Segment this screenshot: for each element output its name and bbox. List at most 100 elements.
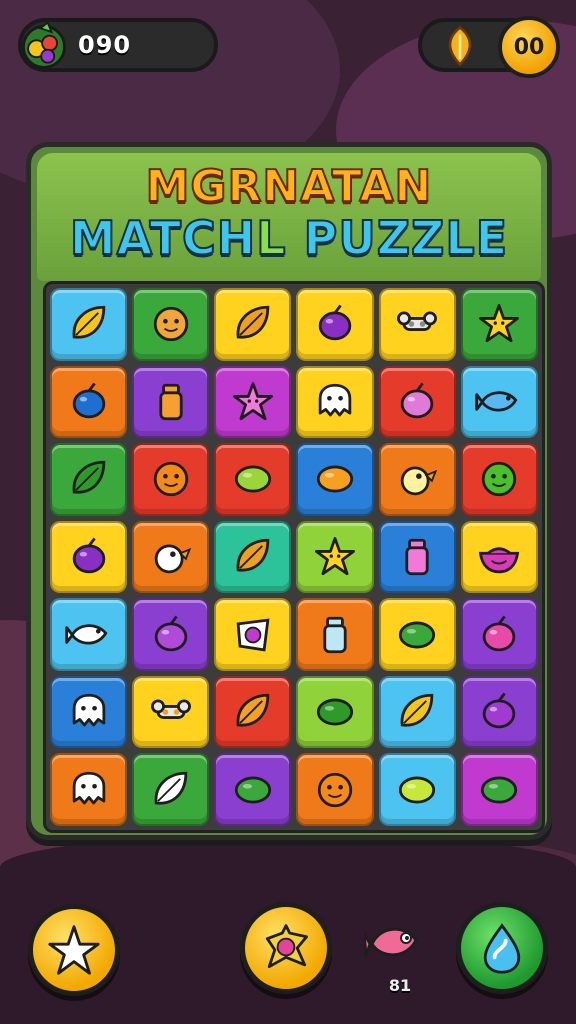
- golden-leaf-icon: [434, 20, 486, 72]
- tile[interactable]: [132, 365, 210, 439]
- fish-icon: [473, 376, 525, 428]
- leaf-icon: [391, 686, 443, 738]
- chick-icon: [391, 453, 443, 505]
- bowl-icon: [473, 531, 525, 583]
- tile[interactable]: [214, 675, 292, 749]
- star-icon: [48, 925, 100, 975]
- tile[interactable]: [296, 443, 374, 516]
- tile[interactable]: [132, 288, 210, 361]
- tile[interactable]: [296, 753, 374, 826]
- tile[interactable]: [214, 598, 292, 671]
- tile[interactable]: [460, 365, 538, 439]
- tile[interactable]: [378, 675, 456, 749]
- title-word-match: MATCH: [69, 210, 257, 266]
- tile[interactable]: [214, 288, 292, 361]
- tile[interactable]: [378, 598, 456, 671]
- face-icon: [145, 298, 197, 350]
- star-icon: [473, 298, 525, 350]
- gem-icon: [227, 609, 279, 661]
- star-icon: [309, 531, 361, 583]
- tile[interactable]: [50, 365, 128, 439]
- berry-icon: [473, 609, 525, 661]
- face-icon: [309, 764, 361, 816]
- chick-icon: [145, 531, 197, 583]
- coin-counter: 00: [418, 16, 560, 78]
- tile[interactable]: [378, 443, 456, 516]
- score-value: 090: [78, 31, 132, 59]
- pink-fish-icon: [362, 914, 428, 974]
- tile[interactable]: [460, 753, 538, 826]
- bone-icon: [391, 298, 443, 350]
- face-icon: [145, 453, 197, 505]
- ghost-icon: [63, 764, 115, 816]
- leaf-icon: [227, 298, 279, 350]
- tile[interactable]: [50, 675, 128, 749]
- tile[interactable]: [296, 598, 374, 671]
- tile[interactable]: [296, 675, 374, 749]
- tile[interactable]: [378, 753, 456, 826]
- tile-grid-frame: [43, 281, 545, 833]
- title-word-puzzle: PUZZLE: [286, 210, 509, 266]
- gem-blast-button[interactable]: [240, 902, 332, 994]
- jar-icon: [391, 531, 443, 583]
- score-counter: 090: [18, 18, 218, 72]
- tile[interactable]: [460, 443, 538, 516]
- game-board: MGRNATAN MATCHL PUZZLE: [26, 142, 552, 840]
- tile[interactable]: [132, 753, 210, 826]
- star-booster-button[interactable]: [28, 904, 120, 996]
- tile[interactable]: [50, 288, 128, 361]
- berry-icon: [63, 376, 115, 428]
- coin-value[interactable]: 00: [498, 16, 560, 78]
- jar-icon: [309, 609, 361, 661]
- leaf-icon: [63, 298, 115, 350]
- lemon-icon: [227, 453, 279, 505]
- lemon-icon: [391, 609, 443, 661]
- game-title-line2: MATCHL PUZZLE: [37, 210, 541, 266]
- fish-icon: [63, 609, 115, 661]
- berry-icon: [145, 609, 197, 661]
- tile[interactable]: [50, 520, 128, 594]
- tile[interactable]: [50, 598, 128, 671]
- title-letter: L: [255, 210, 287, 266]
- swap-booster-button[interactable]: [456, 902, 548, 994]
- fish-count: 81: [388, 976, 412, 995]
- tile[interactable]: [132, 675, 210, 749]
- leaf-icon: [63, 453, 115, 505]
- berry-icon: [473, 686, 525, 738]
- game-title-line1: MGRNATAN: [145, 160, 433, 213]
- tile[interactable]: [132, 598, 210, 671]
- title-banner: MGRNATAN MATCHL PUZZLE: [37, 153, 541, 281]
- lemon-icon: [227, 764, 279, 816]
- berry-icon: [391, 376, 443, 428]
- jar-icon: [145, 376, 197, 428]
- fruit-bundle-icon: [14, 15, 74, 75]
- tile[interactable]: [378, 365, 456, 439]
- tile[interactable]: [214, 753, 292, 826]
- tile[interactable]: [460, 598, 538, 671]
- tile-grid: [50, 288, 538, 826]
- tile[interactable]: [50, 443, 128, 516]
- lemon-icon: [309, 686, 361, 738]
- water-drop-icon: [483, 923, 521, 974]
- tile[interactable]: [214, 365, 292, 439]
- tile[interactable]: [460, 520, 538, 594]
- tile[interactable]: [460, 675, 538, 749]
- tile[interactable]: [50, 753, 128, 826]
- tile[interactable]: [296, 365, 374, 439]
- tile[interactable]: [214, 443, 292, 516]
- lemon-icon: [309, 453, 361, 505]
- gem-blast-icon: [265, 924, 308, 969]
- tile[interactable]: [296, 520, 374, 594]
- face-icon: [473, 453, 525, 505]
- tile[interactable]: [460, 288, 538, 361]
- tile[interactable]: [378, 520, 456, 594]
- ghost-icon: [309, 376, 361, 428]
- tile[interactable]: [296, 288, 374, 361]
- star-icon: [227, 376, 279, 428]
- tile[interactable]: [378, 288, 456, 361]
- tile[interactable]: [132, 520, 210, 594]
- tile[interactable]: [214, 520, 292, 594]
- tile[interactable]: [132, 443, 210, 516]
- leaf-icon: [145, 764, 197, 816]
- bone-icon: [145, 686, 197, 738]
